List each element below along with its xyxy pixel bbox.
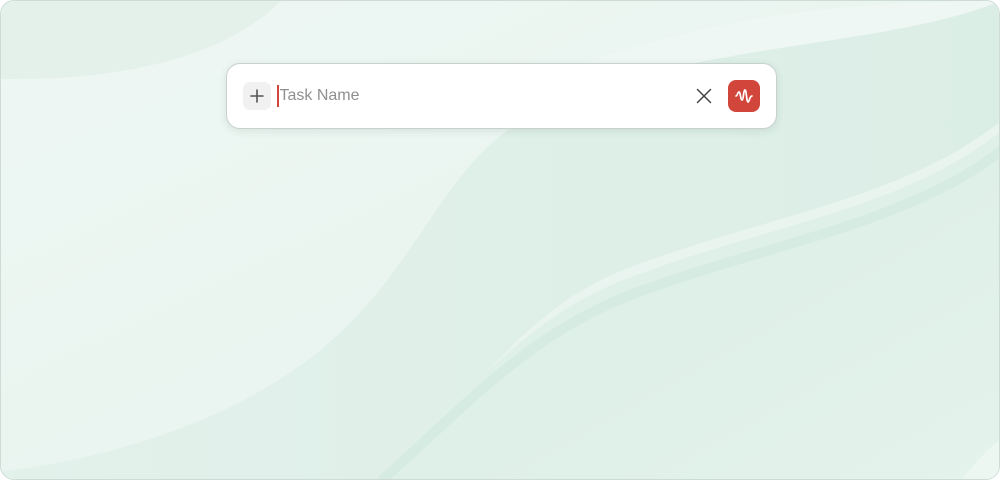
task-name-input[interactable] (278, 76, 690, 116)
add-task-button[interactable] (243, 82, 271, 110)
waveform-icon (735, 89, 753, 103)
plus-icon (250, 89, 264, 103)
quick-add-bar (226, 63, 777, 129)
app-window (0, 0, 1000, 480)
clear-button[interactable] (690, 82, 718, 110)
voice-input-button[interactable] (728, 80, 760, 112)
close-icon (696, 88, 712, 104)
